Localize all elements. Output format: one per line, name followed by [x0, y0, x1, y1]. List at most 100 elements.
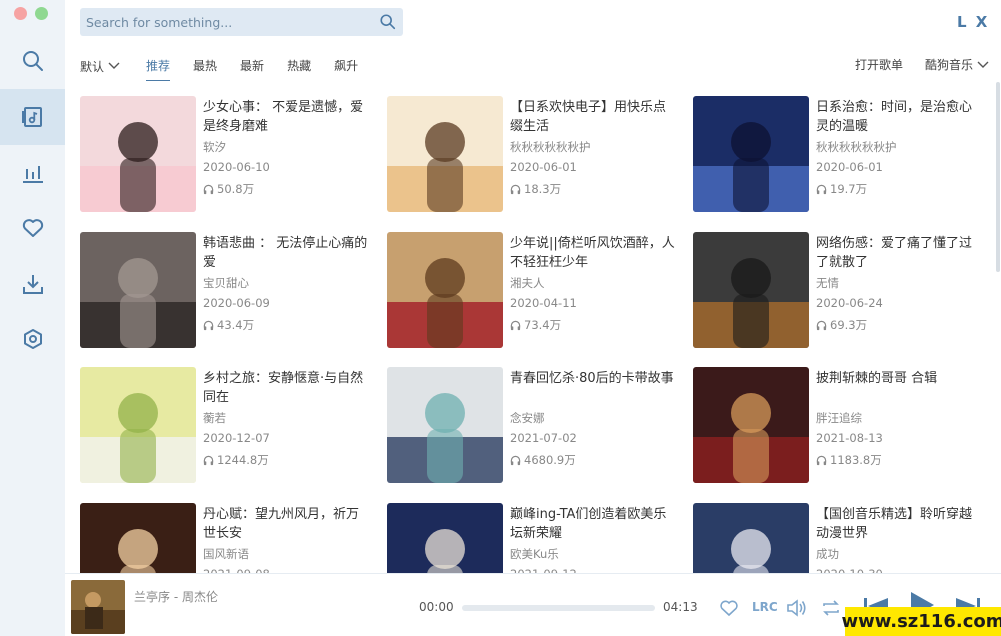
playlist-cover[interactable]	[693, 232, 809, 348]
play-count: 1244.8万	[217, 453, 269, 467]
volume-icon	[787, 599, 806, 617]
playlist-cover[interactable]	[387, 96, 503, 212]
playlist-cover[interactable]	[693, 367, 809, 483]
headphones-icon	[510, 455, 521, 465]
playlist-title[interactable]: 【国创音乐精选】聆听穿越动漫世界	[816, 505, 981, 543]
playlist-card[interactable]: 少女心事： 不爱是遗憾，爱是终身磨难 软汐 2020-06-10 50.8万	[80, 96, 380, 212]
playlist-title[interactable]: 青春回忆杀·80后的卡带故事	[510, 369, 675, 407]
playlist-author: 国风新语	[203, 547, 249, 561]
playlist-title[interactable]: 少女心事： 不爱是遗憾，爱是终身磨难	[203, 98, 368, 136]
playlist-title[interactable]: 网络伤感：爱了痛了懂了过了就散了	[816, 234, 981, 272]
headphones-icon	[816, 455, 827, 465]
playlist-author: 无情	[816, 276, 839, 290]
playlist-title[interactable]: 【日系欢快电子】用快乐点缀生活	[510, 98, 675, 136]
playlist-card[interactable]: 【国创音乐精选】聆听穿越动漫世界 成功 2020-10-30	[693, 503, 993, 574]
open-playlist-button[interactable]: 打开歌单	[855, 56, 903, 73]
playlist-date: 2020-04-11	[510, 296, 577, 310]
play-count: 1183.8万	[830, 453, 882, 467]
now-playing-title: 兰亭序 - 周杰伦	[134, 590, 218, 604]
now-playing-cover[interactable]	[71, 580, 125, 634]
play-count: 50.8万	[217, 182, 255, 196]
playlist-date: 2020-12-07	[203, 431, 270, 445]
playlist-card[interactable]: 披荆斩棘的哥哥 合辑 胖汪追综 2021-08-13 1183.8万	[693, 367, 993, 483]
playlist-card[interactable]: 青春回忆杀·80后的卡带故事 念安娜 2021-07-02 4680.9万	[387, 367, 687, 483]
headphones-icon	[816, 184, 827, 194]
playlist-title[interactable]: 巅峰ing-TA们创造着欧美乐坛新荣耀	[510, 505, 675, 543]
sidebar	[0, 0, 65, 636]
playlist-info: 巅峰ing-TA们创造着欧美乐坛新荣耀 欧美Ku乐 2021-09-12	[510, 505, 675, 574]
minimize-window-button[interactable]	[35, 7, 48, 20]
playlist-title[interactable]: 披荆斩棘的哥哥 合辑	[816, 369, 981, 407]
playlist-card[interactable]: 【日系欢快电子】用快乐点缀生活 秋秋秋秋秋秋护 2020-06-01 18.3万	[387, 96, 687, 212]
playlist-card[interactable]: 丹心赋：望九州风月，祈万世长安 国风新语 2021-09-08	[80, 503, 380, 574]
playlist-cover[interactable]	[80, 232, 196, 348]
source-dropdown[interactable]: 酷狗音乐	[925, 56, 989, 73]
playlist-author: 软汐	[203, 140, 226, 154]
current-time: 00:00	[419, 600, 454, 614]
play-count: 19.7万	[830, 182, 868, 196]
playlist-title[interactable]: 丹心赋：望九州风月，祈万世长安	[203, 505, 368, 543]
total-time: 04:13	[663, 600, 698, 614]
tab-recommend[interactable]: 推荐	[146, 57, 171, 81]
search-input[interactable]	[80, 8, 403, 36]
play-count: 69.3万	[830, 318, 868, 332]
playlist-card[interactable]: 巅峰ing-TA们创造着欧美乐坛新荣耀 欧美Ku乐 2021-09-12	[387, 503, 687, 574]
playlist-title[interactable]: 少年说||倚栏听风饮酒醉，人不轻狂枉少年	[510, 234, 675, 272]
nav-download[interactable]	[0, 256, 65, 312]
tab-hottest[interactable]: 最热	[193, 57, 217, 75]
playlist-cover[interactable]	[80, 96, 196, 212]
playlist-info: 【日系欢快电子】用快乐点缀生活 秋秋秋秋秋秋护 2020-06-01 18.3万	[510, 98, 675, 197]
close-window-button[interactable]	[14, 7, 27, 20]
nav-charts[interactable]	[0, 145, 65, 201]
playlist-cover[interactable]	[387, 232, 503, 348]
playlist-author: 秋秋秋秋秋秋护	[510, 140, 591, 154]
play-count: 43.4万	[217, 318, 255, 332]
playlist-card[interactable]: 日系治愈：时间，是治愈心灵的温暖 秋秋秋秋秋秋护 2020-06-01 19.7…	[693, 96, 993, 212]
playlist-card[interactable]: 乡村之旅：安静惬意·与自然同在 蘅若 2020-12-07 1244.8万	[80, 367, 380, 483]
playlist-card[interactable]: 网络伤感：爱了痛了懂了过了就散了 无情 2020-06-24 69.3万	[693, 232, 993, 348]
repeat-icon	[823, 600, 839, 616]
tab-newest[interactable]: 最新	[240, 57, 264, 75]
heart-icon	[22, 219, 43, 237]
nav-favorites[interactable]	[0, 200, 65, 256]
search-icon[interactable]	[379, 13, 397, 31]
nav-search[interactable]	[0, 33, 65, 89]
progress-bar[interactable]	[462, 605, 655, 611]
playlist-cover[interactable]	[80, 367, 196, 483]
playlist-plays: 18.3万	[510, 181, 675, 197]
playlist-cover[interactable]	[387, 503, 503, 574]
playlist-title[interactable]: 乡村之旅：安静惬意·与自然同在	[203, 369, 368, 407]
chevron-down-icon	[108, 62, 120, 69]
playlist-title[interactable]: 日系治愈：时间，是治愈心灵的温暖	[816, 98, 981, 136]
play-count: 18.3万	[524, 182, 562, 196]
playlist-card[interactable]: 韩语悲曲 ： 无法停止心痛的爱 宝贝甜心 2020-06-09 43.4万	[80, 232, 380, 348]
favorite-song-button[interactable]	[719, 598, 739, 618]
tab-bar: 默认 推荐 最热 最新 热藏 飙升	[80, 56, 381, 81]
tab-hot-collect[interactable]: 热藏	[287, 57, 311, 75]
playlist-info: 披荆斩棘的哥哥 合辑 胖汪追综 2021-08-13 1183.8万	[816, 369, 981, 468]
search-box	[80, 8, 403, 36]
scrollbar-thumb[interactable]	[996, 82, 1000, 272]
heart-icon	[720, 600, 738, 617]
loop-mode-button[interactable]	[821, 598, 841, 618]
nav-settings[interactable]	[0, 311, 65, 367]
sort-dropdown[interactable]: 默认	[80, 58, 120, 75]
playlist-card[interactable]: 少年说||倚栏听风饮酒醉，人不轻狂枉少年 湘夫人 2020-04-11 73.4…	[387, 232, 687, 348]
nav-playlist[interactable]	[0, 89, 65, 145]
lyrics-button[interactable]: LRC	[752, 600, 778, 614]
playlist-cover[interactable]	[693, 96, 809, 212]
volume-button[interactable]	[786, 598, 808, 618]
playlist-title[interactable]: 韩语悲曲 ： 无法停止心痛的爱	[203, 234, 368, 272]
site-watermark: www.sz116.com	[842, 607, 1001, 636]
playlist-cover[interactable]	[80, 503, 196, 574]
tab-rising[interactable]: 飙升	[334, 57, 358, 75]
playlist-cover[interactable]	[693, 503, 809, 574]
play-count: 4680.9万	[524, 453, 576, 467]
playlist-plays: 4680.9万	[510, 452, 675, 468]
playlist-cover[interactable]	[387, 367, 503, 483]
playlist-date: 2020-06-24	[816, 296, 883, 310]
app-logo: L X	[957, 13, 990, 31]
music-list-icon	[21, 107, 42, 127]
search-icon	[22, 51, 43, 71]
playlist-date: 2021-07-02	[510, 431, 577, 445]
